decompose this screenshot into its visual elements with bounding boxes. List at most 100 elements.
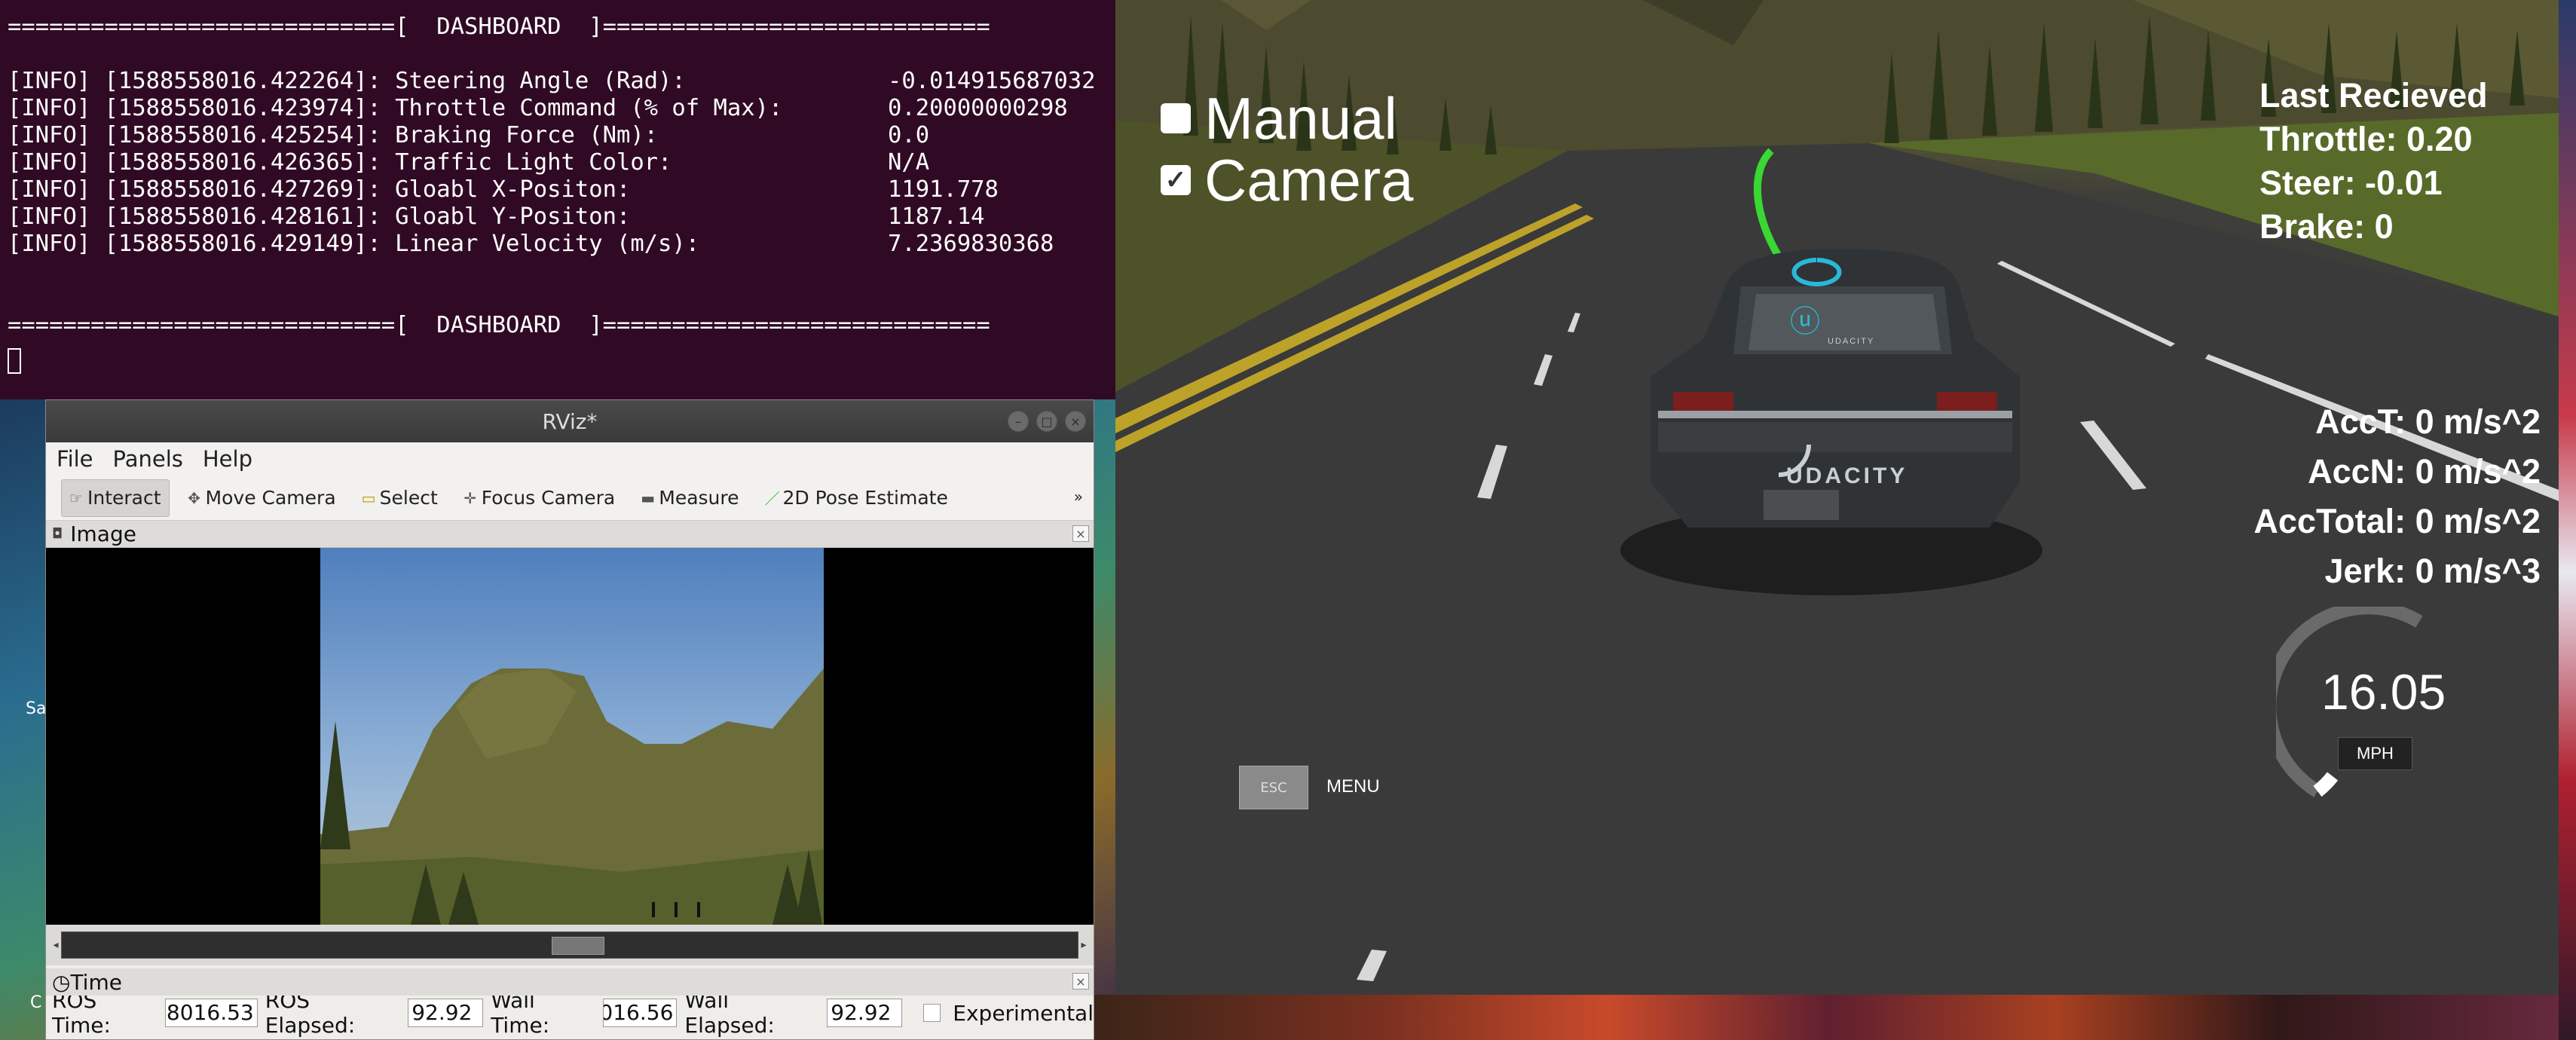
desktop-icon-label: C — [30, 993, 42, 1012]
line-label: [INFO] [1588558016.427269]: Gloabl X-Pos… — [8, 176, 631, 203]
terminal-line-steering: [INFO] [1588558016.422264]: Steering Ang… — [8, 68, 1115, 95]
tool-label: Select — [379, 487, 438, 509]
scroll-left-icon[interactable]: ◂ — [50, 939, 61, 951]
speed-value: 16.05 — [2321, 664, 2446, 720]
camera-image-view — [46, 548, 1094, 925]
experimental-checkbox[interactable] — [923, 1004, 941, 1022]
line-label: [INFO] [1588558016.428161]: Gloabl Y-Pos… — [8, 203, 631, 230]
scroll-right-icon[interactable]: ▸ — [1078, 939, 1089, 951]
menu-help[interactable]: Help — [203, 446, 252, 472]
camera-toggle[interactable]: ✓ Camera — [1161, 149, 1413, 211]
line-label: [INFO] [1588558016.423974]: Throttle Com… — [8, 95, 783, 121]
scroll-track[interactable] — [61, 931, 1078, 959]
screen: Sa C ============================[ DASHB… — [0, 0, 2576, 1040]
line-label: [INFO] [1588558016.426365]: Traffic Ligh… — [8, 149, 672, 176]
line-value: 1187.14 — [888, 203, 985, 230]
line-label: [INFO] [1588558016.429149]: Linear Veloc… — [8, 231, 700, 257]
desktop-wallpaper-strip — [1085, 995, 2576, 1040]
car-brand-window: UDACITY — [1828, 337, 1875, 346]
steer-value: Steer: -0.01 — [2259, 164, 2443, 202]
pose-arrow-icon: ／ — [764, 490, 780, 508]
camera-scene — [320, 668, 824, 925]
rviz-title-bar[interactable]: RViz* – □ × — [46, 400, 1094, 442]
desktop-icon-label: Sa — [26, 699, 47, 718]
panel-close-button[interactable]: × — [1072, 973, 1089, 990]
ros-time-field[interactable]: 1588558016.53 — [164, 999, 258, 1027]
tool-label: Interact — [87, 487, 161, 509]
wall-elapsed-field[interactable]: 92.92 — [827, 999, 903, 1027]
terminal-line-velocity: [INFO] [1588558016.429149]: Linear Veloc… — [8, 231, 1115, 258]
menu-bar: File Panels Help — [46, 442, 1094, 476]
esc-button[interactable]: ESC — [1239, 766, 1308, 809]
camera-image — [320, 548, 824, 925]
desktop-wallpaper-edge — [2559, 0, 2576, 1040]
menu-file[interactable]: File — [57, 446, 93, 472]
jerk-value: Jerk: 0 m/s^3 — [2324, 552, 2541, 590]
select-icon: ▭ — [361, 488, 376, 507]
tool-move-camera[interactable]: ✥ Move Camera — [180, 479, 344, 517]
line-value: N/A — [888, 149, 930, 176]
camera-checkbox[interactable]: ✓ — [1161, 165, 1191, 195]
hand-icon: ☞ — [69, 488, 83, 507]
tool-label: 2D Pose Estimate — [782, 487, 948, 509]
focus-icon: ✛ — [463, 488, 477, 507]
car-brand-rear: UDACITY — [1786, 463, 1908, 488]
manual-checkbox[interactable] — [1161, 103, 1191, 133]
throttle-value: Throttle: 0.20 — [2259, 120, 2473, 158]
panel-pin-icon[interactable]: ◷ — [52, 970, 70, 995]
maximize-button[interactable]: □ — [1036, 411, 1057, 432]
menu-label[interactable]: MENU — [1326, 776, 1380, 797]
minimize-button[interactable]: – — [1008, 411, 1029, 432]
tool-label: Measure — [659, 487, 739, 509]
tool-bar: ☞ Interact ✥ Move Camera ▭ Select ✛ Focus Ca… — [46, 476, 1094, 521]
acctotal-value: AccTotal: 0 m/s^2 — [2253, 502, 2541, 540]
view-checkboxes: Manual ✓ Camera — [1161, 87, 1413, 211]
line-value: 0.0 — [888, 122, 930, 148]
tool-measure[interactable]: ▬ Measure — [633, 479, 746, 517]
ruler-icon: ▬ — [641, 488, 656, 507]
panel-close-button[interactable]: × — [1072, 525, 1089, 542]
rviz-window[interactable]: RViz* – □ × File Panels Help ☞ Interact ✥… — [45, 399, 1094, 1040]
line-value: 0.20000000298 — [888, 95, 1068, 121]
acceleration-panel: AccT: 0 m/s^2 AccN: 0 m/s^2 AccTotal: 0 … — [2253, 397, 2541, 596]
terminal-line-traffic-light: [INFO] [1588558016.426365]: Traffic Ligh… — [8, 149, 1115, 176]
terminal-line-braking: [INFO] [1588558016.425254]: Braking Forc… — [8, 122, 1115, 149]
line-value: 1191.778 — [888, 176, 999, 203]
last-received-title: Last Recieved — [2259, 76, 2488, 115]
terminal-line-throttle: [INFO] [1588558016.423974]: Throttle Com… — [8, 95, 1115, 122]
close-button[interactable]: × — [1065, 411, 1086, 432]
window-title: RViz* — [542, 408, 598, 434]
wall-time-field[interactable]: 1588558016.56 — [603, 999, 678, 1027]
tool-label: Move Camera — [205, 487, 336, 509]
move-camera-icon: ✥ — [188, 488, 200, 507]
line-value: 7.2369830368 — [888, 231, 1054, 257]
dashboard-banner: ============================[ DASHBOARD … — [8, 312, 990, 338]
image-scrollbar[interactable]: ◂ ▸ — [46, 925, 1094, 965]
dashboard-lines: [INFO] [1588558016.422264]: Steering Ang… — [8, 68, 1115, 258]
tool-label: Focus Camera — [481, 487, 616, 509]
simulator-window[interactable]: ⓤ UDACITY UDACITY Manual ✓ Camera Last R… — [1115, 0, 2559, 995]
terminal-window[interactable]: ============================[ DASHBOARD … — [0, 0, 1115, 399]
line-label: [INFO] [1588558016.425254]: Braking Forc… — [8, 122, 659, 148]
tool-select[interactable]: ▭ Select — [354, 479, 445, 517]
scroll-thumb[interactable] — [552, 937, 604, 955]
image-panel-header: ◘ Image × — [46, 521, 1094, 548]
line-label: [INFO] [1588558016.422264]: Steering Ang… — [8, 68, 686, 94]
panel-title: Image — [70, 522, 136, 546]
toolbar-overflow-button[interactable]: » — [1074, 488, 1083, 506]
time-panel: ROS Time: 1588558016.53 ROS Elapsed: 92.… — [46, 988, 1094, 1038]
tool-focus-camera[interactable]: ✛ Focus Camera — [456, 479, 623, 517]
time-panel-header: ◷ Time × — [46, 968, 1094, 996]
manual-toggle[interactable]: Manual — [1161, 87, 1413, 149]
menu-panels[interactable]: Panels — [113, 446, 183, 472]
panel-pin-icon[interactable]: ◘ — [52, 526, 63, 542]
line-value: -0.014915687032 — [888, 68, 1096, 94]
ros-elapsed-field[interactable]: 92.92 — [408, 999, 484, 1027]
speed-unit: MPH — [2338, 737, 2412, 770]
terminal-line-y-position: [INFO] [1588558016.428161]: Gloabl Y-Pos… — [8, 203, 1115, 231]
terminal-line-x-position: [INFO] [1588558016.427269]: Gloabl X-Pos… — [8, 176, 1115, 203]
tool-interact[interactable]: ☞ Interact — [61, 479, 170, 517]
tool-2d-pose-estimate[interactable]: ／ 2D Pose Estimate — [757, 479, 956, 517]
last-received-panel: Last Recieved Throttle: 0.20 Steer: -0.0… — [2259, 74, 2488, 249]
svg-text:ⓤ: ⓤ — [1790, 305, 1820, 338]
